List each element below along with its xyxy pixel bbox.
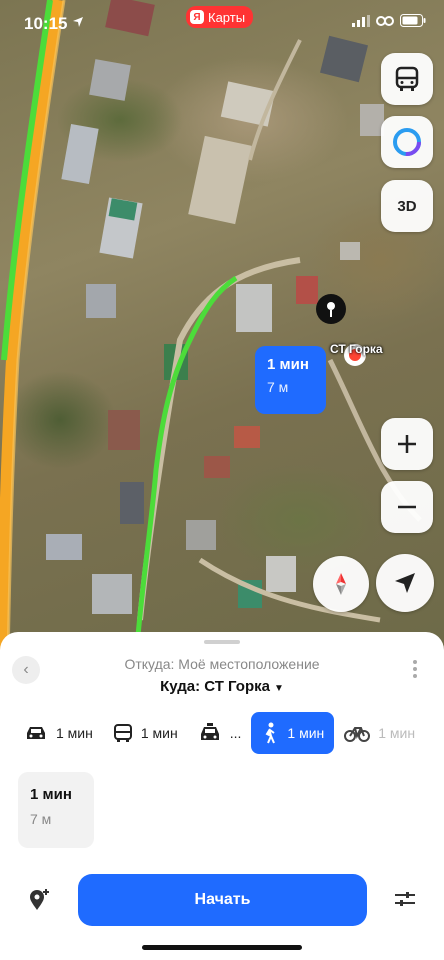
zoom-out-button[interactable] — [381, 481, 433, 533]
add-point-icon[interactable] — [26, 888, 50, 912]
bus-icon — [113, 724, 132, 742]
mode-bicycle[interactable]: 1 мин — [334, 712, 425, 754]
yandex-logo-icon: Я — [190, 10, 204, 24]
sheet-handle[interactable] — [204, 640, 240, 644]
start-button[interactable]: Начать — [78, 874, 367, 926]
plus-icon — [398, 435, 416, 453]
route-bubble-time: 1 мин — [267, 356, 309, 373]
back-button[interactable]: ‹ — [12, 656, 40, 684]
my-location-button[interactable] — [376, 554, 434, 612]
signal-icon — [352, 14, 370, 27]
car-icon — [27, 727, 45, 739]
status-icons — [352, 14, 426, 27]
route-sheet: Откуда: Моё местоположение Куда: СТ Горк… — [0, 632, 444, 960]
mode-taxi[interactable]: ... — [188, 712, 252, 754]
brand-label: Карты — [208, 9, 246, 25]
mode-car-time: 1 мин — [56, 725, 93, 741]
mode-bus[interactable]: 1 мин — [103, 712, 188, 754]
brand-badge[interactable]: Я Карты — [186, 6, 254, 28]
chevron-down-icon: ▼ — [273, 683, 284, 694]
mode-pedestrian-time: 1 мин — [287, 725, 325, 741]
route-to-label: Куда: СТ Горка — [160, 678, 270, 695]
home-indicator[interactable] — [142, 945, 302, 950]
taxi-icon — [200, 723, 219, 740]
bicycle-icon — [344, 727, 371, 742]
mode-pedestrian[interactable]: 1 мин — [251, 712, 335, 754]
bus-icon — [395, 66, 419, 91]
location-arrow-icon — [73, 17, 83, 27]
screen: 10:15 Я Карты 3D СТ Горка 1 мин 7 м Отку… — [0, 0, 444, 960]
settings-sliders-icon[interactable] — [394, 889, 416, 909]
link-icon — [376, 15, 394, 26]
transport-layer-button[interactable] — [381, 53, 433, 105]
mode-bicycle-time: 1 мин — [378, 725, 416, 741]
alice-icon — [393, 128, 421, 156]
navigation-arrow-icon — [395, 573, 415, 593]
route-card-distance: 7 м — [30, 811, 52, 827]
battery-icon — [400, 14, 426, 27]
3d-button[interactable]: 3D — [381, 180, 433, 232]
mode-car[interactable]: 1 мин — [14, 712, 103, 754]
route-from[interactable]: Откуда: Моё местоположение — [0, 656, 444, 672]
route-bubble[interactable]: 1 мин 7 м — [255, 346, 326, 414]
map-view[interactable]: 10:15 Я Карты 3D СТ Горка 1 мин 7 м — [0, 0, 444, 660]
compass-icon — [336, 573, 346, 595]
mode-bus-time: 1 мин — [140, 725, 178, 741]
location-pin-icon — [316, 294, 346, 324]
pedestrian-icon — [265, 722, 276, 744]
map-overlay — [0, 0, 422, 660]
route-bubble-distance: 7 м — [267, 379, 289, 395]
compass-button[interactable] — [313, 556, 369, 612]
transport-modes: 1 мин 1 мин ... 1 мин 1 мин — [14, 710, 444, 756]
minus-icon — [398, 505, 416, 509]
alice-button[interactable] — [381, 116, 433, 168]
route-card[interactable]: 1 мин 7 м — [18, 772, 94, 848]
status-time: 10:15 — [24, 14, 68, 33]
route-to[interactable]: Куда: СТ Горка ▼ — [0, 678, 444, 695]
more-button[interactable] — [410, 660, 420, 678]
zoom-in-button[interactable] — [381, 418, 433, 470]
mode-taxi-time: ... — [229, 725, 242, 741]
destination-label: СТ Горка — [330, 342, 383, 356]
chevron-left-icon: ‹ — [23, 661, 29, 678]
route-card-time: 1 мин — [30, 786, 72, 803]
